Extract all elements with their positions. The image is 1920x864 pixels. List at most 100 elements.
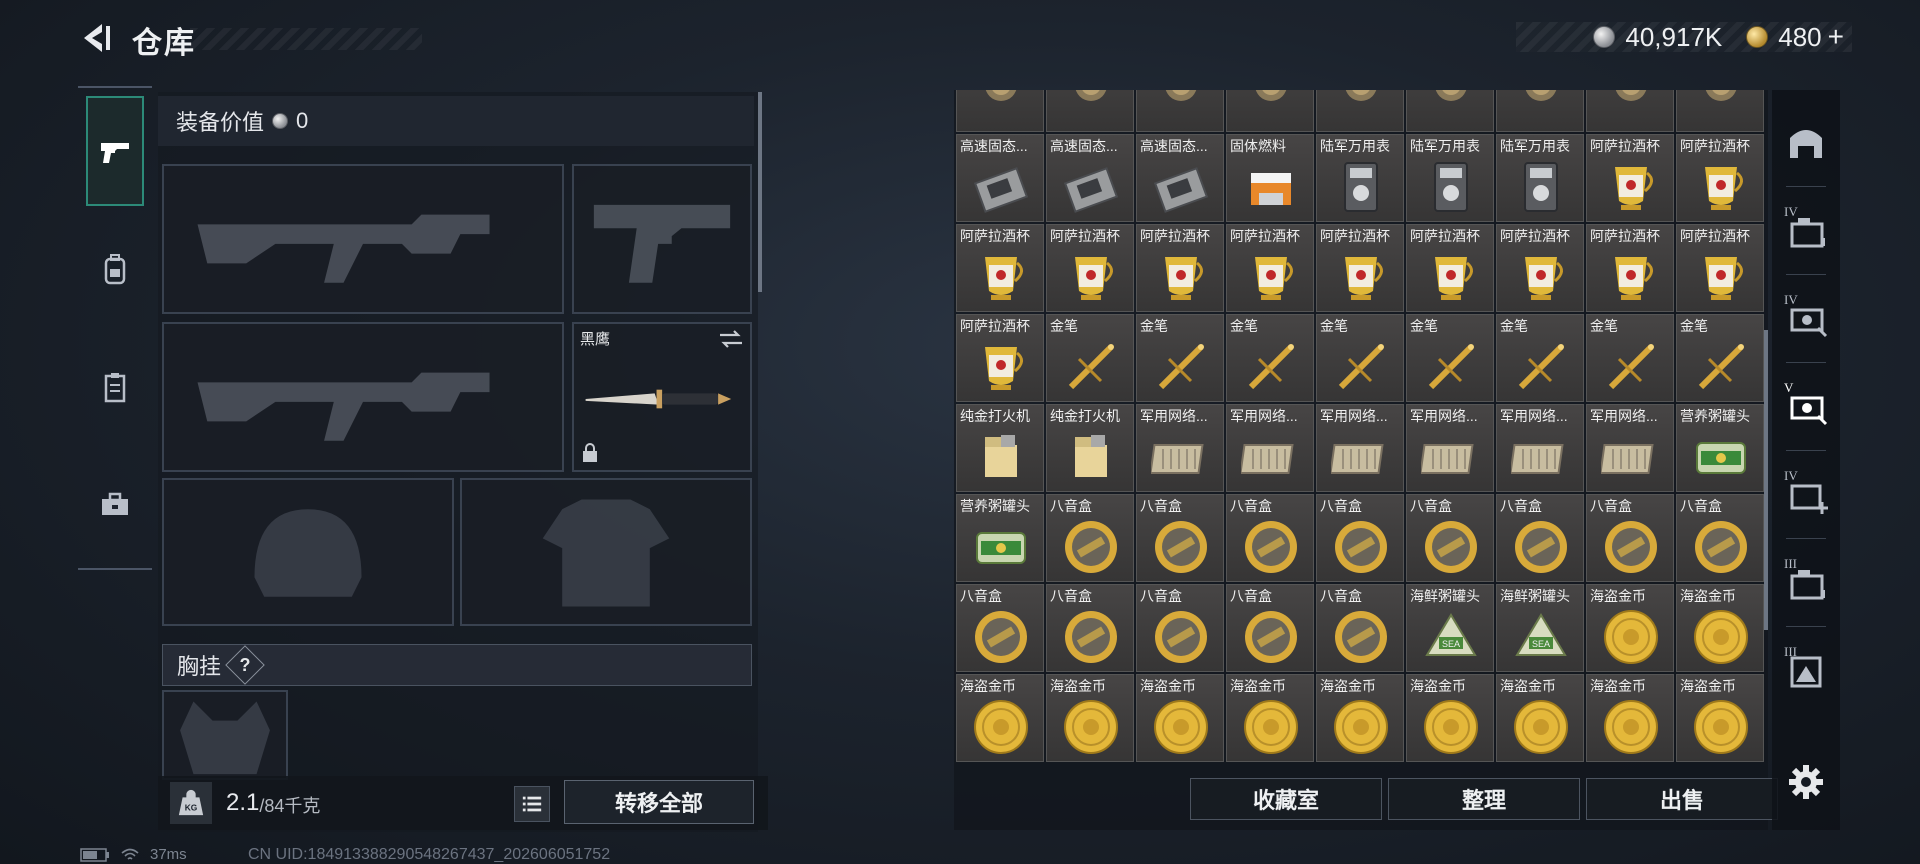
chest-rig-slot[interactable] (162, 690, 288, 780)
storage-item[interactable]: 陆军万用表 (1406, 134, 1494, 222)
storage-item[interactable]: 金笔 (1496, 314, 1584, 402)
armor-slot[interactable] (460, 478, 752, 626)
organize-button[interactable]: 整理 (1388, 778, 1580, 820)
storage-item[interactable]: 阿萨拉酒杯 (1496, 224, 1584, 312)
nav-toolbox[interactable] (86, 450, 144, 560)
storage-item[interactable]: 高速固态... (1136, 134, 1224, 222)
tab-iii-map[interactable]: III (1780, 638, 1832, 702)
storage-item[interactable]: 军用网络... (1406, 404, 1494, 492)
help-icon[interactable]: ? (225, 645, 265, 685)
storage-item[interactable] (1316, 90, 1404, 132)
storage-item[interactable]: 八音盒 (1316, 494, 1404, 582)
tab-iii-storage[interactable]: III (1780, 550, 1832, 614)
storage-item[interactable]: 八音盒 (1136, 584, 1224, 672)
storage-item[interactable]: 八音盒 (1586, 494, 1674, 582)
storage-item[interactable]: 八音盒 (1226, 584, 1314, 672)
storage-item[interactable]: 八音盒 (1406, 494, 1494, 582)
storage-item[interactable]: 金笔 (1136, 314, 1224, 402)
storage-item[interactable]: 海盗金币 (1586, 674, 1674, 762)
storage-item[interactable] (1226, 90, 1314, 132)
storage-item[interactable]: 高速固态... (1046, 134, 1134, 222)
settings-gear-icon[interactable] (1786, 762, 1826, 802)
storage-item[interactable]: 八音盒 (1046, 584, 1134, 672)
pistol-slot[interactable] (572, 164, 752, 314)
storage-item[interactable]: 金笔 (1676, 314, 1764, 402)
storage-item[interactable]: 八音盒 (1316, 584, 1404, 672)
storage-item[interactable]: 海鲜粥罐头 SEA (1496, 584, 1584, 672)
storage-item[interactable]: 八音盒 (1136, 494, 1224, 582)
storage-item[interactable]: 八音盒 (1676, 494, 1764, 582)
storage-item[interactable]: 军用网络... (1136, 404, 1224, 492)
nav-clipboard[interactable] (86, 332, 144, 442)
storage-item[interactable]: 八音盒 (956, 584, 1044, 672)
storage-item[interactable]: 阿萨拉酒杯 (1586, 134, 1674, 222)
collection-room-button[interactable]: 收藏室 (1190, 778, 1382, 820)
tab-iv-medical[interactable]: IV (1780, 462, 1832, 526)
storage-item[interactable]: 海盗金币 (1226, 674, 1314, 762)
tab-all[interactable] (1780, 110, 1832, 174)
storage-item[interactable] (1676, 90, 1764, 132)
storage-item[interactable]: 阿萨拉酒杯 (1046, 224, 1134, 312)
storage-item[interactable]: 海鲜粥罐头 SEA (1406, 584, 1494, 672)
storage-item[interactable]: 陆军万用表 (1496, 134, 1584, 222)
storage-item[interactable]: 金笔 (1316, 314, 1404, 402)
storage-item[interactable] (956, 90, 1044, 132)
storage-item[interactable]: 高速固态... (956, 134, 1044, 222)
tab-v-money[interactable]: V (1780, 374, 1832, 438)
add-currency-button[interactable]: + (1828, 21, 1844, 53)
back-button[interactable] (78, 20, 114, 56)
storage-item[interactable]: 阿萨拉酒杯 (956, 224, 1044, 312)
storage-item[interactable]: 军用网络... (1496, 404, 1584, 492)
tab-iv-storage[interactable]: IV (1780, 198, 1832, 262)
equipment-scrollbar[interactable] (758, 92, 762, 292)
storage-item[interactable]: 阿萨拉酒杯 (1676, 224, 1764, 312)
secondary-weapon-slot[interactable] (162, 322, 564, 472)
storage-item[interactable]: 海盗金币 (956, 674, 1044, 762)
transfer-all-button[interactable]: 转移全部 (564, 780, 754, 824)
storage-item[interactable]: 海盗金币 (1586, 584, 1674, 672)
sell-button[interactable]: 出售 (1586, 778, 1778, 820)
tab-iv-money[interactable]: IV (1780, 286, 1832, 350)
storage-item[interactable]: 海盗金币 (1316, 674, 1404, 762)
storage-item[interactable]: 阿萨拉酒杯 (1586, 224, 1674, 312)
melee-slot[interactable]: 黑鹰 (572, 322, 752, 472)
list-view-button[interactable] (514, 786, 550, 822)
storage-item[interactable]: 营养粥罐头 (956, 494, 1044, 582)
storage-item[interactable] (1046, 90, 1134, 132)
storage-item[interactable]: 陆军万用表 (1316, 134, 1404, 222)
storage-item[interactable]: 军用网络... (1586, 404, 1674, 492)
storage-item[interactable] (1136, 90, 1224, 132)
storage-item[interactable]: 八音盒 (1496, 494, 1584, 582)
storage-item[interactable]: 海盗金币 (1406, 674, 1494, 762)
storage-item[interactable]: 纯金打火机 (1046, 404, 1134, 492)
storage-item[interactable]: 海盗金币 (1676, 674, 1764, 762)
storage-item[interactable]: 海盗金币 (1046, 674, 1134, 762)
storage-item[interactable]: 阿萨拉酒杯 (956, 314, 1044, 402)
swap-icon[interactable] (718, 328, 744, 350)
storage-item[interactable]: 金笔 (1406, 314, 1494, 402)
storage-item[interactable]: 营养粥罐头 (1676, 404, 1764, 492)
storage-item[interactable]: 八音盒 (1046, 494, 1134, 582)
storage-item[interactable]: 固体燃料 (1226, 134, 1314, 222)
nav-weapons[interactable] (86, 96, 144, 206)
storage-item[interactable]: 金笔 (1046, 314, 1134, 402)
storage-item[interactable]: 金笔 (1586, 314, 1674, 402)
storage-scrollbar[interactable] (1764, 330, 1768, 630)
helmet-slot[interactable] (162, 478, 454, 626)
storage-item[interactable] (1586, 90, 1674, 132)
storage-item[interactable] (1406, 90, 1494, 132)
storage-item[interactable] (1496, 90, 1584, 132)
storage-item[interactable]: 八音盒 (1226, 494, 1314, 582)
storage-item[interactable]: 纯金打火机 (956, 404, 1044, 492)
storage-item[interactable]: 军用网络... (1226, 404, 1314, 492)
storage-item[interactable]: 阿萨拉酒杯 (1316, 224, 1404, 312)
primary-weapon-slot[interactable] (162, 164, 564, 314)
storage-item[interactable]: 阿萨拉酒杯 (1226, 224, 1314, 312)
storage-item[interactable]: 金笔 (1226, 314, 1314, 402)
storage-item[interactable]: 阿萨拉酒杯 (1406, 224, 1494, 312)
storage-item[interactable]: 海盗金币 (1676, 584, 1764, 672)
storage-item[interactable]: 阿萨拉酒杯 (1136, 224, 1224, 312)
storage-item[interactable]: 阿萨拉酒杯 (1676, 134, 1764, 222)
storage-item[interactable]: 海盗金币 (1136, 674, 1224, 762)
storage-item[interactable]: 海盗金币 (1496, 674, 1584, 762)
